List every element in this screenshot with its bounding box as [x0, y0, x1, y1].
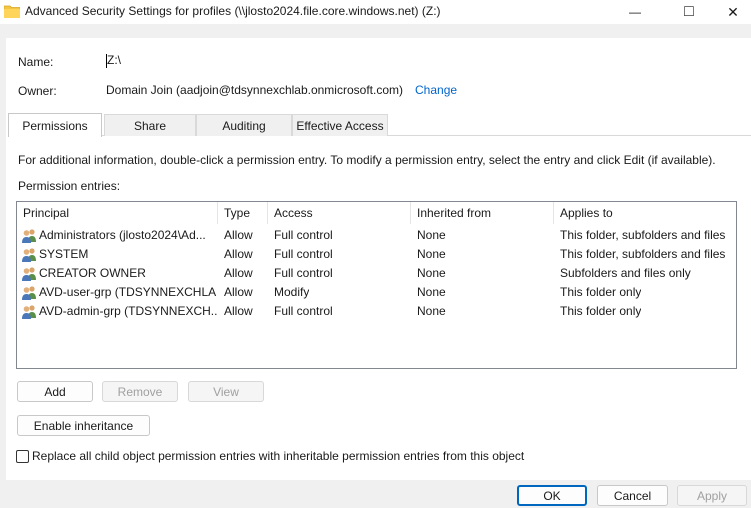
remove-button[interactable]: Remove: [102, 381, 178, 402]
cancel-button[interactable]: Cancel: [597, 485, 668, 506]
replace-entries-checkbox[interactable]: [16, 450, 29, 463]
maximize-button[interactable]: □: [666, 0, 712, 24]
change-owner-link[interactable]: Change: [415, 83, 457, 97]
column-principal[interactable]: Principal: [23, 206, 69, 220]
applies-cell: This folder, subfolders and files: [560, 228, 726, 242]
column-separator[interactable]: [217, 202, 218, 224]
principal-cell: AVD-user-grp (TDSYNNEXCHLA...: [39, 285, 217, 299]
user-group-icon: [22, 229, 36, 243]
type-cell: Allow: [224, 285, 253, 299]
close-icon: ✕: [727, 3, 739, 20]
button-label: Remove: [117, 384, 163, 399]
ok-button[interactable]: OK: [517, 485, 587, 506]
applies-cell: Subfolders and files only: [560, 266, 691, 280]
owner-label: Owner:: [18, 84, 57, 98]
applies-cell: This folder only: [560, 304, 642, 318]
inherited-cell: None: [417, 266, 446, 280]
tab-label: Share: [133, 118, 167, 133]
table-row[interactable]: SYSTEM Allow Full control None This fold…: [17, 245, 736, 264]
user-group-icon: [22, 248, 36, 262]
tab-label: Permissions: [22, 118, 88, 133]
access-cell: Full control: [274, 247, 333, 261]
window-title: Advanced Security Settings for profiles …: [25, 4, 441, 18]
principal-cell: AVD-admin-grp (TDSYNNEXCH...: [39, 304, 217, 318]
folder-icon: [4, 5, 20, 18]
button-label: Enable inheritance: [33, 418, 134, 433]
column-access[interactable]: Access: [274, 206, 313, 220]
inherited-cell: None: [417, 285, 446, 299]
name-label: Name:: [18, 55, 54, 69]
column-separator[interactable]: [553, 202, 554, 224]
user-group-icon: [22, 267, 36, 281]
column-separator[interactable]: [410, 202, 411, 224]
name-field[interactable]: Z:\: [106, 53, 406, 71]
column-applies-to[interactable]: Applies to: [560, 206, 613, 220]
button-label: View: [213, 384, 239, 399]
button-label: Apply: [696, 488, 728, 503]
principal-cell: CREATOR OWNER: [39, 266, 146, 280]
column-type[interactable]: Type: [224, 206, 250, 220]
tab-label: Effective Access: [296, 118, 384, 133]
replace-entries-label[interactable]: Replace all child object permission entr…: [32, 449, 524, 463]
inherited-cell: None: [417, 247, 446, 261]
button-label: OK: [543, 488, 561, 503]
tab-permissions[interactable]: Permissions: [8, 113, 102, 137]
user-group-icon: [22, 305, 36, 319]
maximize-icon: □: [684, 3, 694, 20]
apply-button[interactable]: Apply: [677, 485, 747, 506]
access-cell: Full control: [274, 228, 333, 242]
access-cell: Modify: [274, 285, 310, 299]
principal-cell: SYSTEM: [39, 247, 89, 261]
inherited-cell: None: [417, 304, 446, 318]
inherited-cell: None: [417, 228, 446, 242]
type-cell: Allow: [224, 266, 253, 280]
principal-cell: Administrators (jlosto2024\Ad...: [39, 228, 206, 242]
access-cell: Full control: [274, 304, 333, 318]
tab-share[interactable]: Share: [104, 114, 196, 136]
minimize-icon: —: [629, 5, 641, 19]
type-cell: Allow: [224, 304, 253, 318]
table-row[interactable]: AVD-admin-grp (TDSYNNEXCH... Allow Full …: [17, 302, 736, 321]
tab-effective-access[interactable]: Effective Access: [292, 114, 388, 136]
permission-entries-label: Permission entries:: [18, 179, 121, 193]
close-button[interactable]: ✕: [710, 0, 751, 24]
type-cell: Allow: [224, 228, 253, 242]
table-row[interactable]: Administrators (jlosto2024\Ad... Allow F…: [17, 226, 736, 245]
title-bar[interactable]: Advanced Security Settings for profiles …: [0, 0, 751, 24]
button-label: Add: [44, 384, 66, 399]
user-group-icon: [22, 286, 36, 300]
type-cell: Allow: [224, 247, 253, 261]
tab-label: Auditing: [222, 118, 266, 133]
table-row[interactable]: CREATOR OWNER Allow Full control None Su…: [17, 264, 736, 283]
view-button[interactable]: View: [188, 381, 264, 402]
info-text: For additional information, double-click…: [18, 153, 716, 167]
access-cell: Full control: [274, 266, 333, 280]
applies-cell: This folder, subfolders and files: [560, 247, 726, 261]
minimize-button[interactable]: —: [612, 0, 658, 24]
permission-entries-list[interactable]: Principal Type Access Inherited from App…: [16, 201, 737, 369]
owner-value: Domain Join (aadjoin@tdsynnexchlab.onmic…: [106, 83, 403, 97]
tab-auditing[interactable]: Auditing: [196, 114, 292, 136]
applies-cell: This folder only: [560, 285, 642, 299]
column-separator[interactable]: [267, 202, 268, 224]
button-label: Cancel: [613, 488, 652, 503]
table-row[interactable]: AVD-user-grp (TDSYNNEXCHLA... Allow Modi…: [17, 283, 736, 302]
add-button[interactable]: Add: [17, 381, 93, 402]
column-inherited-from[interactable]: Inherited from: [417, 206, 491, 220]
name-value: Z:\: [107, 53, 121, 67]
enable-inheritance-button[interactable]: Enable inheritance: [17, 415, 150, 436]
